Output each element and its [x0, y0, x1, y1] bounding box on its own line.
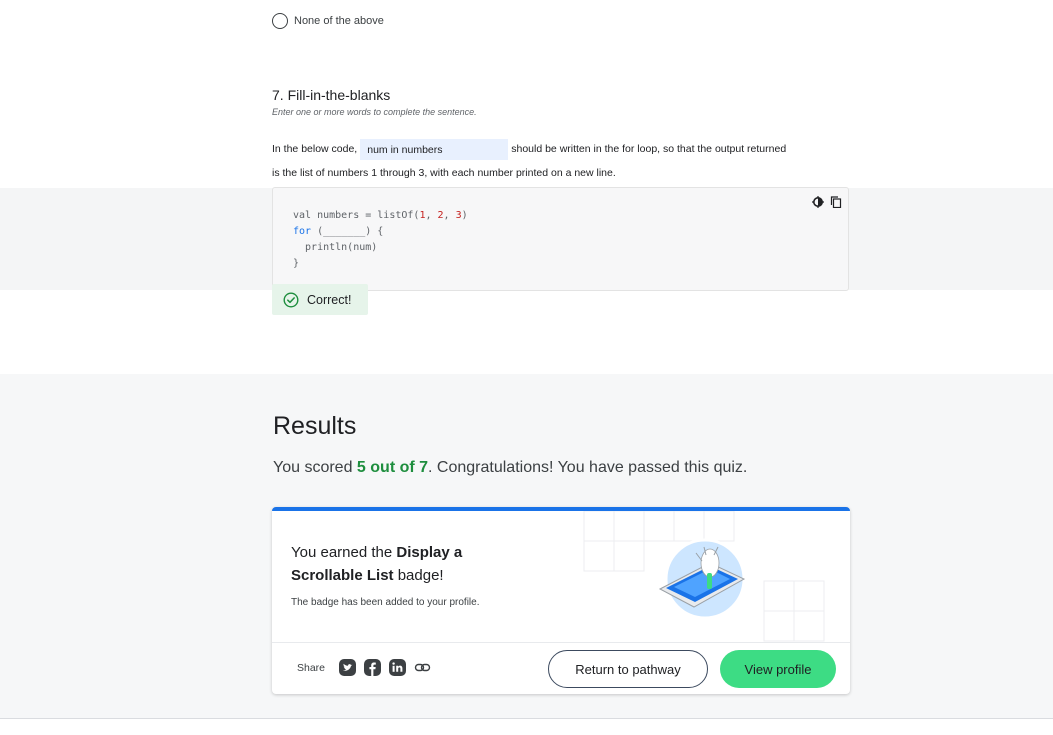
- facebook-icon[interactable]: [364, 659, 382, 676]
- link-icon[interactable]: [414, 659, 431, 676]
- badge-illustration: [658, 538, 746, 620]
- check-circle-icon: [283, 291, 299, 308]
- share-label: Share: [297, 661, 326, 674]
- radio-button[interactable]: [272, 13, 288, 29]
- divider: [0, 718, 1053, 719]
- score-summary: You scored 5 out of 7. Congratulations! …: [273, 459, 748, 476]
- code-block: val numbers = listOf(1, 2, 3) for (_____…: [272, 187, 849, 291]
- question-instructions: Enter one or more words to complete the …: [272, 107, 477, 117]
- badge-card: You earned the Display a Scrollable List…: [272, 507, 850, 694]
- card-divider: [272, 642, 850, 643]
- question-text-line2: is the list of numbers 1 through 3, with…: [272, 167, 616, 179]
- code-toolbar: [812, 196, 842, 208]
- copy-icon[interactable]: [830, 196, 842, 208]
- blank-answer-input[interactable]: num in numbers: [360, 138, 509, 160]
- question-text-after: should be written in the for loop, so th…: [511, 143, 787, 155]
- score-value: 5 out of 7: [356, 459, 429, 476]
- view-profile-button[interactable]: View profile: [720, 650, 836, 688]
- question-title: 7. Fill-in-the-blanks: [272, 87, 391, 103]
- twitter-icon[interactable]: [339, 659, 357, 676]
- return-to-pathway-button[interactable]: Return to pathway: [548, 650, 708, 688]
- badge-description: The badge has been added to your profile…: [291, 597, 480, 608]
- option-label: None of the above: [294, 15, 384, 27]
- share-row: Share: [297, 659, 431, 676]
- badge-title: You earned the Display a Scrollable List…: [291, 544, 463, 584]
- correct-feedback: Correct!: [272, 284, 368, 315]
- theme-toggle-icon[interactable]: [812, 196, 824, 208]
- results-title: Results: [273, 412, 357, 440]
- code-snippet: val numbers = listOf(1, 2, 3) for (_____…: [293, 210, 468, 269]
- feedback-text: Correct!: [307, 292, 352, 307]
- question-text-line1: In the below code, num in numbers should…: [272, 138, 786, 160]
- linkedin-icon[interactable]: [389, 659, 407, 676]
- question-text-before: In the below code,: [272, 143, 358, 155]
- option-none-of-the-above[interactable]: None of the above: [272, 13, 384, 29]
